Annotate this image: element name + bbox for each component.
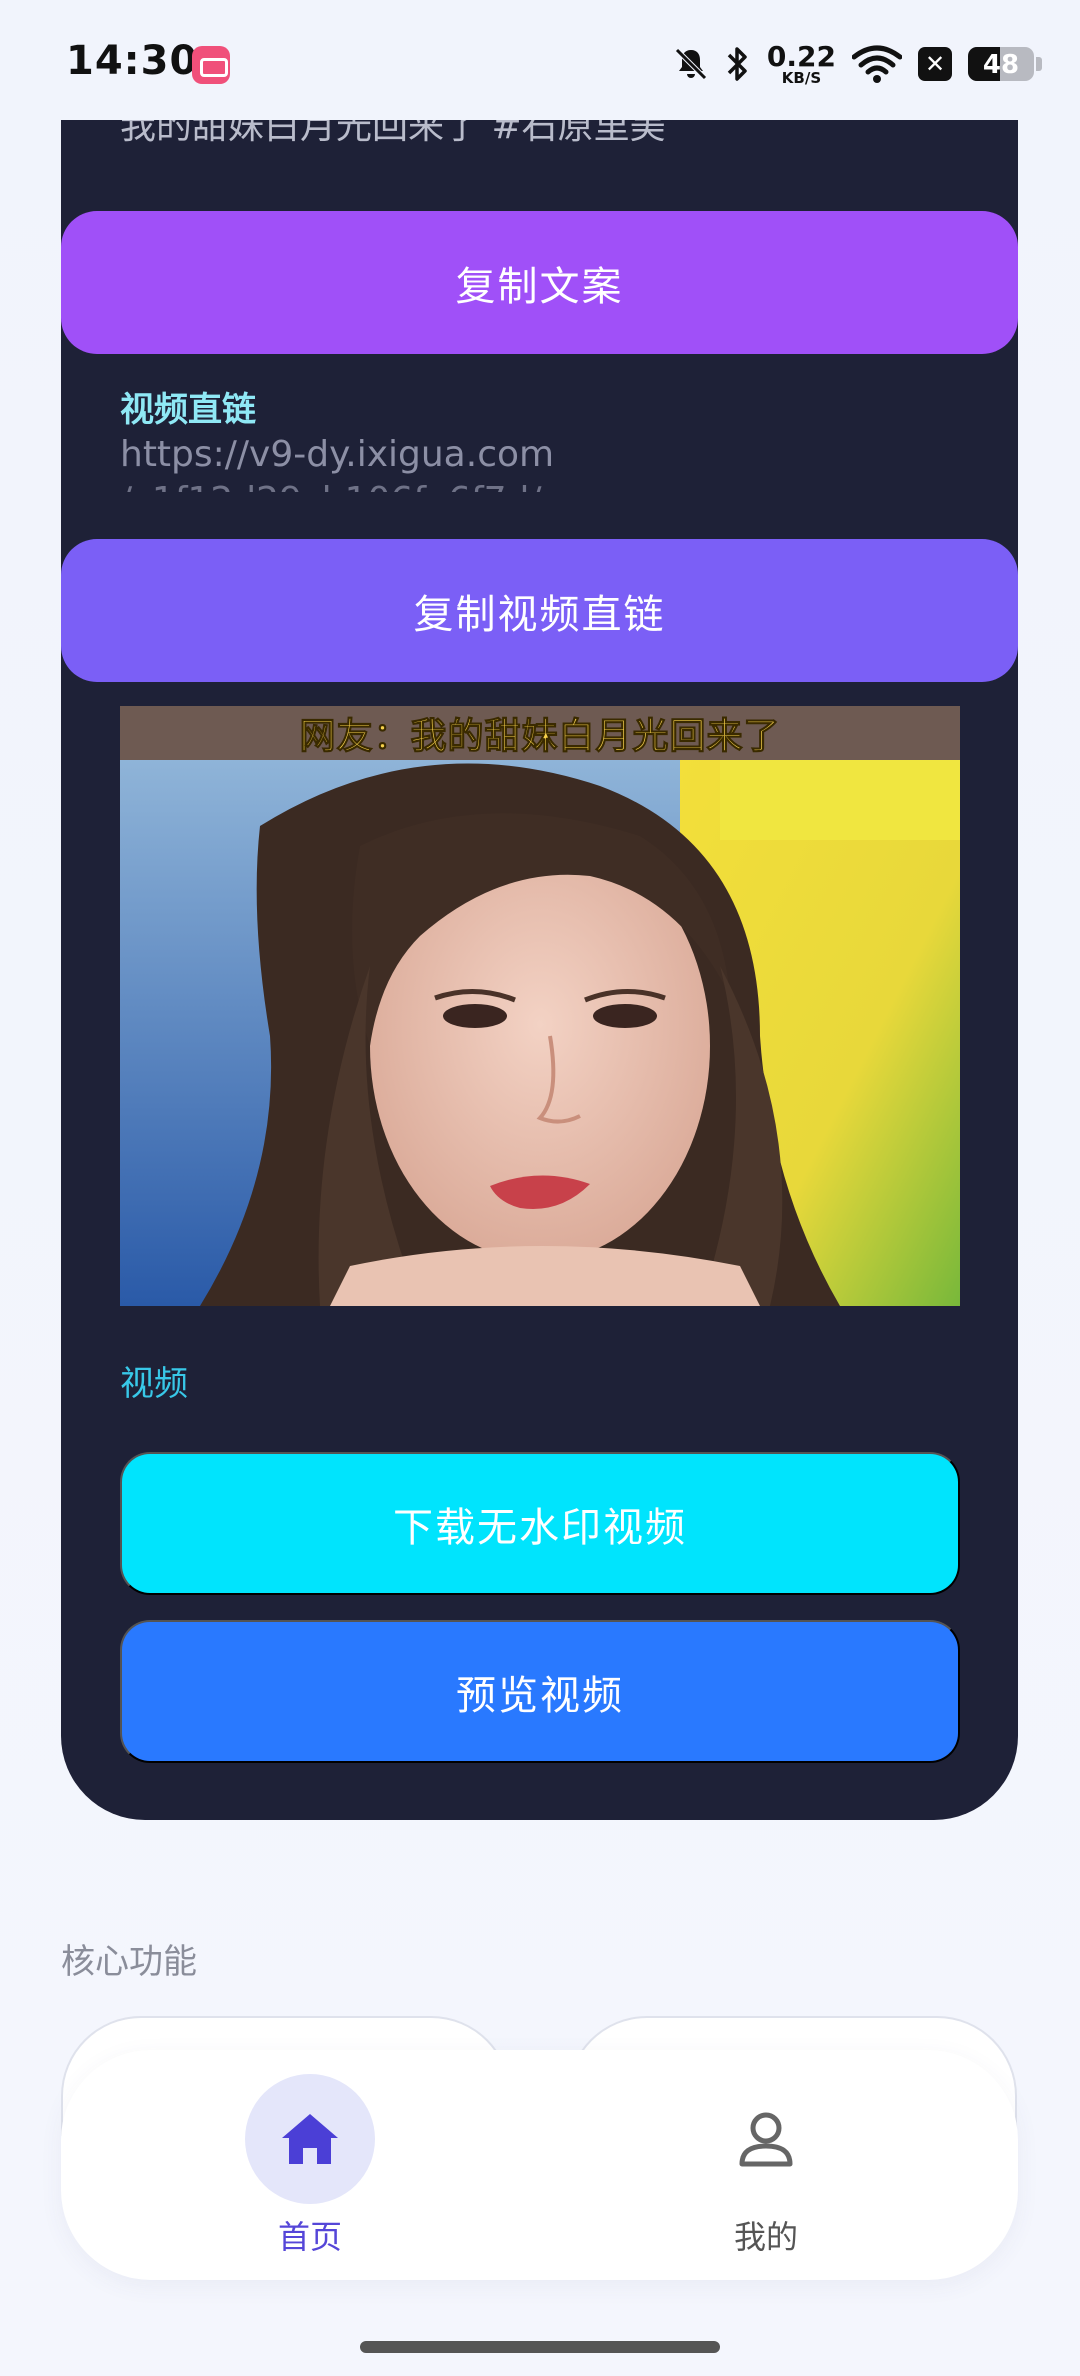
nav-label-mine: 我的	[733, 2218, 798, 2256]
core-features-title: 核心功能	[61, 1942, 197, 1982]
video-link-url-line1: https://v9-dy.ixigua.com	[120, 434, 555, 475]
nav-label-home: 首页	[277, 2218, 342, 2256]
wifi-icon	[852, 45, 902, 83]
video-section-label: 视频	[120, 1364, 188, 1404]
user-icon	[739, 2112, 793, 2167]
nav-item-home[interactable]: 首页	[160, 2050, 460, 2280]
network-speed: 0.22 KB/S	[766, 39, 836, 87]
video-link-url[interactable]: https://v9-dy.ixigua.com /c1f12d29cb106f…	[120, 432, 920, 492]
home-icon-wrap	[245, 2074, 375, 2204]
video-link-url-line2: /c1f12d29cb106fa6f7d/...	[120, 478, 920, 492]
nav-item-mine[interactable]: 我的	[616, 2050, 916, 2280]
bluetooth-icon	[727, 47, 747, 81]
app-notification-icon	[192, 46, 230, 84]
close-box-icon: ✕	[918, 47, 952, 81]
copy-caption-button[interactable]: 复制文案	[61, 211, 1018, 354]
video-thumbnail[interactable]: 网友：我的甜妹白月光回来了	[120, 706, 960, 1306]
download-no-watermark-button[interactable]: 下载无水印视频	[120, 1452, 960, 1595]
status-icons: 0.22 KB/S ✕ 48	[673, 36, 1042, 92]
copy-video-link-button[interactable]: 复制视频直链	[61, 539, 1018, 682]
preview-video-button[interactable]: 预览视频	[120, 1620, 960, 1763]
user-icon-wrap	[701, 2074, 831, 2204]
thumbnail-banner: 网友：我的甜妹白月光回来了	[120, 706, 960, 760]
home-icon	[282, 2114, 338, 2164]
app-screen: 14:30 0.22 KB/S ✕ 48 我的甜妹白月光回来了 #石原里美 复制…	[0, 0, 1080, 2376]
status-bar: 14:30 0.22 KB/S ✕ 48	[0, 0, 1080, 120]
thumbnail-image	[120, 760, 960, 1306]
video-link-label: 视频直链	[120, 390, 256, 430]
status-time: 14:30	[66, 38, 199, 84]
mute-bell-icon	[675, 48, 707, 80]
battery-icon: 48	[968, 47, 1034, 81]
battery-cap	[1036, 57, 1042, 71]
bottom-navigation: 首页 我的	[61, 2050, 1018, 2280]
home-indicator[interactable]	[360, 2341, 720, 2353]
